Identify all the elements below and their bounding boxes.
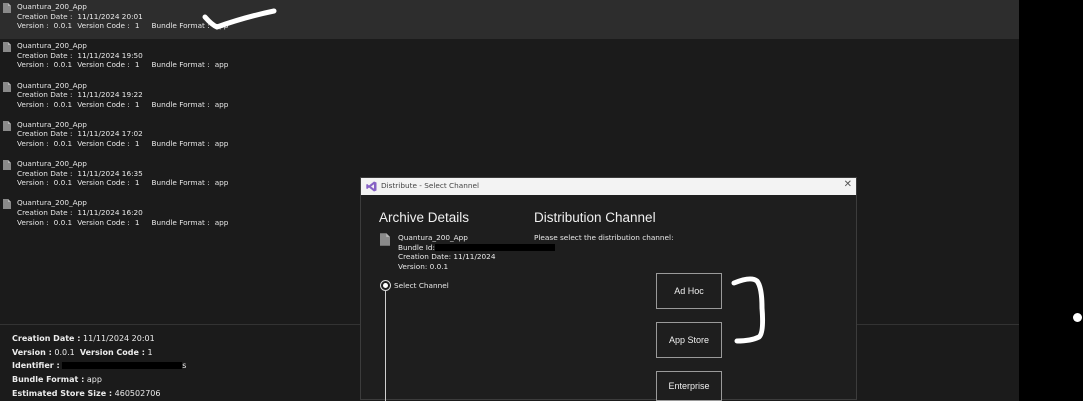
- version-code-value: 1: [134, 139, 140, 149]
- version-code-value: 1: [134, 60, 140, 70]
- bundle-format-value: app: [214, 178, 229, 188]
- version-value: 0.0.1: [53, 139, 73, 149]
- distribute-dialog: Distribute - Select Channel ✕ Archive De…: [360, 177, 857, 401]
- version-label: Version :: [17, 21, 49, 31]
- details-version-label: Version :: [12, 348, 52, 357]
- archive-name: Quantura_200_App: [17, 159, 87, 169]
- bundle-format-label: Bundle Format :: [151, 60, 210, 70]
- archive-file-icon: [3, 160, 11, 171]
- version-label: Version :: [17, 60, 49, 70]
- bundle-format-value: app: [214, 217, 229, 227]
- version-value: 0.0.1: [53, 21, 73, 31]
- creation-date-label: Creation Date :: [17, 168, 73, 178]
- creation-date-value: 11/11/2024 20:01: [77, 11, 143, 21]
- archive-file-icon: [3, 199, 11, 210]
- details-store-size-label: Estimated Store Size :: [12, 389, 113, 398]
- version-code-label: Version Code :: [77, 139, 130, 149]
- version-value: 0.0.1: [53, 217, 73, 227]
- version-label: Version :: [17, 99, 49, 109]
- bundle-format-value: app: [214, 99, 229, 109]
- select-channel-step-radio: [380, 280, 391, 291]
- creation-date-label: Creation Date :: [17, 90, 73, 100]
- details-bundle-format-value: app: [86, 375, 102, 384]
- version-label: Version :: [17, 217, 49, 227]
- archive-file-icon: [3, 120, 11, 131]
- creation-date-label: Creation Date :: [17, 11, 73, 21]
- archive-file-icon: [380, 233, 390, 246]
- creation-date-value: 11/11/2024 16:20: [77, 208, 143, 218]
- dialog-archive-name: Quantura_200_App: [398, 233, 468, 242]
- version-code-label: Version Code :: [77, 21, 130, 31]
- details-bundle-format-label: Bundle Format :: [12, 375, 85, 384]
- creation-date-value: 11/11/2024 19:50: [77, 50, 143, 60]
- version-code-value: 1: [134, 217, 140, 227]
- archive-row[interactable]: Quantura_200_App Creation Date : 11/11/20…: [0, 118, 1019, 157]
- details-store-size-value: 460502706: [114, 389, 161, 398]
- dialog-version: Version: 0.0.1: [398, 261, 449, 271]
- archive-name: Quantura_200_App: [17, 80, 87, 90]
- archive-name: Quantura_200_App: [17, 119, 87, 129]
- archive-details-heading: Archive Details: [379, 210, 470, 225]
- version-code-value: 1: [134, 21, 140, 31]
- visual-studio-icon: [366, 181, 377, 192]
- select-channel-step-label: Select Channel: [394, 281, 449, 290]
- bundle-format-value: app: [214, 139, 229, 149]
- bundle-format-value: app: [214, 60, 229, 70]
- archive-file-icon: [3, 3, 11, 13]
- bundle-id-label: Bundle Id:: [398, 242, 435, 252]
- version-value: 0.0.1: [53, 60, 73, 70]
- archive-file-icon: [3, 81, 11, 92]
- details-version-value: 0.0.1: [54, 348, 75, 357]
- creation-date-label: Creation Date :: [17, 129, 73, 139]
- bundle-format-label: Bundle Format :: [151, 99, 210, 109]
- details-creation-value: 11/11/2024 20:01: [83, 334, 155, 343]
- archive-name: Quantura_200_App: [17, 198, 87, 208]
- dialog-creation-date: Creation Date: 11/11/2024: [398, 252, 496, 262]
- details-creation-label: Creation Date :: [12, 334, 81, 343]
- version-label: Version :: [17, 139, 49, 149]
- ad-hoc-button[interactable]: Ad Hoc: [656, 273, 722, 309]
- cursor-dot: [1073, 313, 1082, 322]
- version-label: Version :: [17, 178, 49, 188]
- version-code-label: Version Code :: [77, 60, 130, 70]
- bundle-format-label: Bundle Format :: [151, 217, 210, 227]
- details-identifier-tail: s: [182, 361, 187, 370]
- bracket-annotation: [731, 276, 766, 344]
- archive-name: Quantura_200_App: [17, 41, 87, 51]
- distribution-channel-prompt: Please select the distribution channel:: [534, 233, 674, 242]
- version-code-label: Version Code :: [77, 178, 130, 188]
- bundle-format-label: Bundle Format :: [151, 139, 210, 149]
- version-value: 0.0.1: [53, 99, 73, 109]
- creation-date-value: 11/11/2024 17:02: [77, 129, 143, 139]
- archive-row[interactable]: Quantura_200_App Creation Date :11/11/20…: [0, 0, 1019, 40]
- archive-file-icon: [3, 42, 11, 53]
- creation-date-label: Creation Date :: [17, 50, 73, 60]
- bundle-format-label: Bundle Format :: [151, 178, 210, 188]
- enterprise-button[interactable]: Enterprise: [656, 371, 722, 401]
- version-value: 0.0.1: [53, 178, 73, 188]
- details-version-code-label: Version Code :: [79, 348, 145, 357]
- version-code-value: 1: [134, 178, 140, 188]
- step-progress-line: [385, 291, 386, 401]
- redacted-identifier: [62, 362, 183, 369]
- creation-date-label: Creation Date :: [17, 208, 73, 218]
- dialog-title: Distribute - Select Channel: [381, 181, 480, 190]
- redacted-bundle-id: [434, 244, 555, 252]
- distribution-channel-heading: Distribution Channel: [534, 210, 656, 225]
- creation-date-value: 11/11/2024 19:22: [77, 90, 143, 100]
- close-icon[interactable]: ✕: [844, 179, 852, 190]
- details-version-code-value: 1: [147, 348, 153, 357]
- archive-row[interactable]: Quantura_200_App Creation Date : 11/11/20…: [0, 39, 1019, 78]
- version-code-value: 1: [134, 99, 140, 109]
- app-store-button[interactable]: App Store: [656, 322, 722, 358]
- dialog-titlebar[interactable]: Distribute - Select Channel ✕: [361, 178, 856, 195]
- version-code-label: Version Code :: [77, 99, 130, 109]
- archive-row[interactable]: Quantura_200_App Creation Date : 11/11/20…: [0, 79, 1019, 118]
- checkmark-annotation: [202, 8, 277, 30]
- details-identifier-label: Identifier :: [12, 361, 60, 370]
- version-code-label: Version Code :: [77, 217, 130, 227]
- creation-date-value: 11/11/2024 16:35: [77, 168, 143, 178]
